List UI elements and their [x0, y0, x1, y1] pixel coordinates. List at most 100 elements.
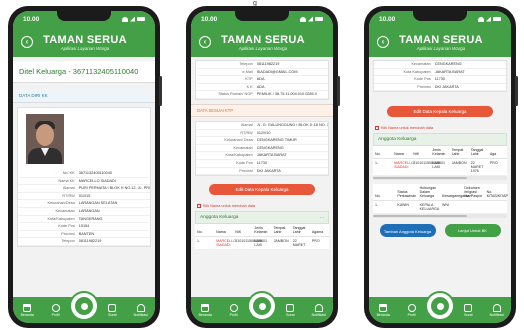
- nav-item-surat[interactable]: Surat: [457, 303, 479, 317]
- nav-item-profil[interactable]: Profil: [45, 303, 67, 317]
- field-label: Kota/Kabupaten: [47, 216, 75, 221]
- document-icon: [286, 303, 295, 312]
- field-label: Kelurahan/Desa: [47, 201, 75, 206]
- field-label: RT/RW: [240, 130, 253, 135]
- column-header: Jenis Kelamin: [252, 224, 272, 238]
- nav-item-notifikasi[interactable]: Notifikasi: [486, 303, 508, 317]
- section-label: DATA DIRI KK: [13, 89, 155, 103]
- scan-button[interactable]: [427, 293, 453, 319]
- nav-label: Notifikasi: [311, 312, 326, 317]
- nav-item-notifikasi[interactable]: Notifikasi: [130, 303, 152, 317]
- column-header: Tempat Lahir: [271, 224, 291, 238]
- field-value: DKI JAKARTA: [256, 168, 281, 173]
- status-icons: [300, 16, 323, 22]
- field-label: Provinsi: [417, 84, 431, 89]
- arrow-left-icon[interactable]: ‹: [21, 36, 33, 48]
- field-label: Telepon: [61, 239, 75, 244]
- bell-icon: [314, 303, 323, 312]
- column-header: Dokumen Imigrasi No. Paspor: [462, 184, 485, 202]
- nav-label: Notifikasi: [133, 312, 148, 317]
- edit-kepala-keluarga-button[interactable]: Edit Data Kepala Keluarga: [387, 106, 493, 118]
- bell-icon: [136, 303, 145, 312]
- page-title: Ditel Keluarga - 3671132405110040: [13, 61, 155, 83]
- more-icon[interactable]: ...: [320, 215, 324, 220]
- screen-anggota-keluarga: 10.00 ‹ TAMAN SERUA Aplikasi Layanan War…: [369, 11, 511, 323]
- edit-kepala-keluarga-button[interactable]: Edit Data Kepala Keluarga: [209, 184, 315, 196]
- table-row[interactable]: 1. MARCELLO SIADADI 3101011508650001 LAKI-L…: [195, 236, 329, 251]
- content-area[interactable]: Telepon 08111982219 e-Mail SIADADI@GMAIL.CO…: [191, 57, 333, 297]
- signal-icon: [130, 16, 135, 22]
- nav-label: Beranda: [20, 312, 34, 317]
- section-label: DATA SESUAI KTP: [191, 103, 333, 117]
- field-label: K K: [246, 84, 253, 89]
- field-label: Kode Pos: [58, 224, 75, 229]
- field-label: Kota Kabupaten: [403, 69, 431, 74]
- table-cell: [462, 200, 485, 215]
- field-label: Kelurahan/ Desa: [224, 138, 253, 143]
- content-area[interactable]: Kecamatan CENGKARENG Kota Kabupaten JAKARTA…: [369, 57, 511, 297]
- address-field-list: Kecamatan CENGKARENG Kota Kabupaten JAKARTA…: [374, 61, 506, 92]
- arrow-left-icon[interactable]: ‹: [377, 36, 389, 48]
- field-value: LARANGAN SELATAN: [78, 201, 118, 206]
- field-row: Nama KK MARCELLO SIADADI: [18, 178, 150, 186]
- user-icon: [407, 303, 416, 312]
- field-value: TANGERANG: [78, 216, 103, 221]
- horizontal-scrollbar[interactable]: [373, 214, 507, 219]
- wifi-icon: [122, 16, 128, 22]
- app-subtitle: Aplikasi Layanan Warga: [238, 45, 288, 51]
- nav-item-beranda[interactable]: Beranda: [372, 303, 394, 317]
- column-header: Kewarganegaraan: [439, 184, 471, 202]
- table-cell[interactable]: MARCELLO SIADADI: [392, 158, 414, 177]
- field-label: Kota/Kabupaten: [225, 153, 253, 158]
- table-cell: PRO: [487, 158, 507, 177]
- table-body: 1. MARCELLO SIADADI 3101011508650001 LAKI-L…: [195, 236, 329, 251]
- table-cell: 1.: [373, 158, 393, 177]
- nav-item-beranda[interactable]: Beranda: [194, 303, 216, 317]
- field-label: Kecamatan: [55, 208, 75, 213]
- field-row: e-Mail SIADADI@GMAIL.COM: [196, 69, 328, 77]
- app-title: TAMAN SERUA: [43, 33, 127, 46]
- table-row[interactable]: 1. MARCELLO SIADADI 3101011508650001 LAKI-L…: [373, 158, 507, 177]
- battery-icon: [493, 17, 501, 21]
- field-row: RT/RW 01/015: [18, 193, 150, 201]
- column-header: Jenis Kelamin: [430, 146, 450, 160]
- table-cell[interactable]: MARCELLO SIADADI: [214, 236, 236, 251]
- scan-button[interactable]: [71, 293, 97, 319]
- field-value: CENGKARENG: [434, 62, 462, 66]
- phone-frame-3: 10.00 ‹ TAMAN SERUA Aplikasi Layanan War…: [364, 6, 518, 328]
- table-row[interactable]: 1. KAWIN KEPALA KELUARGA WNI: [373, 200, 507, 215]
- field-label: Status Rumah/ NOP: [218, 92, 253, 97]
- field-value: 15154: [78, 224, 90, 229]
- nav-label: Surat: [108, 312, 117, 317]
- field-label: Telepon: [239, 62, 253, 66]
- column-header: NIK: [233, 224, 253, 238]
- content-area[interactable]: Ditel Keluarga - 3671132405110040 DATA D…: [13, 57, 155, 297]
- user-icon: [51, 303, 60, 312]
- field-value: SIADADI@GMAIL.COM: [256, 69, 298, 74]
- nav-item-profil[interactable]: Profil: [401, 303, 423, 317]
- field-row: Alamat JL. G. GALUNGGUNG I BLOK D-18 NO. …: [196, 122, 328, 130]
- nav-item-profil[interactable]: Profil: [223, 303, 245, 317]
- field-value: LARANGAN: [78, 208, 100, 213]
- app-header: ‹ TAMAN SERUA Aplikasi Layanan Warga: [191, 27, 333, 57]
- scan-button[interactable]: [249, 293, 275, 319]
- anggota-title: Anggota Keluarga: [378, 137, 417, 143]
- phone-frame-1: 10.00 ‹ TAMAN SERUA Aplikasi Layanan War…: [8, 6, 162, 328]
- arrow-left-icon[interactable]: ‹: [199, 36, 211, 48]
- nav-item-surat[interactable]: Surat: [279, 303, 301, 317]
- nav-item-beranda[interactable]: Beranda: [16, 303, 38, 317]
- field-row: Kode Pos 15154: [18, 223, 150, 231]
- column-header: NIK: [411, 146, 431, 160]
- next-button[interactable]: Lanjut Untuk BK: [444, 224, 501, 238]
- column-header: No.: [195, 224, 215, 238]
- nav-item-surat[interactable]: Surat: [101, 303, 123, 317]
- table-cell: 22 MARET 1976: [468, 158, 488, 177]
- table-header-row: No. Nama NIK Jenis Kelamin Tempat Lahir Tangg…: [195, 224, 329, 238]
- table-cell: 1.: [195, 236, 215, 251]
- horizontal-scrollbar[interactable]: [373, 176, 507, 181]
- brand: TAMAN SERUA Aplikasi Layanan Warga: [33, 34, 147, 51]
- add-anggota-button[interactable]: Tambah Anggota Keluarga: [379, 224, 436, 238]
- field-value: JAKARTA BARAT: [434, 69, 465, 74]
- nav-item-notifikasi[interactable]: Notifikasi: [308, 303, 330, 317]
- field-value: ADA: [256, 84, 265, 89]
